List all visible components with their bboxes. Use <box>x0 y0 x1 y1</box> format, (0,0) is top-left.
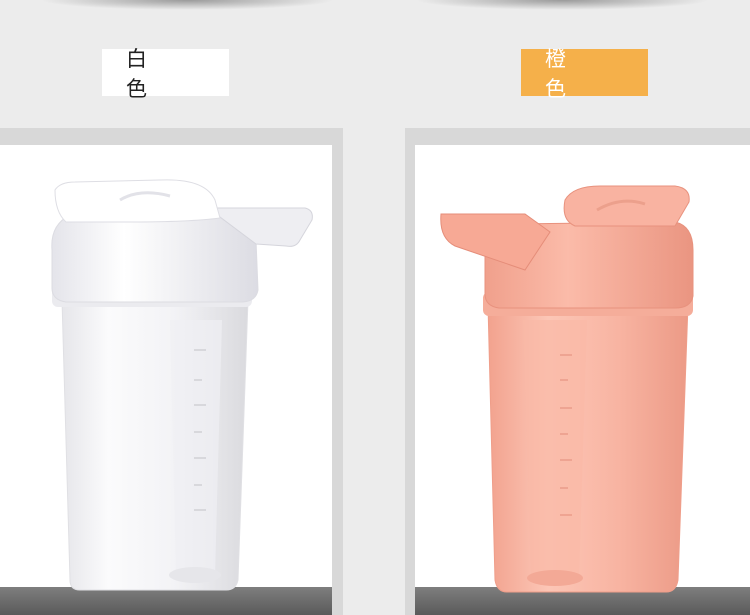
variant-panel-orange[interactable]: 橙 色 <box>375 0 750 615</box>
variant-panel-white[interactable]: 白 色 <box>0 0 375 615</box>
shaker-bottle-orange-image <box>440 185 694 593</box>
shaker-bottle-white-image <box>51 179 313 591</box>
